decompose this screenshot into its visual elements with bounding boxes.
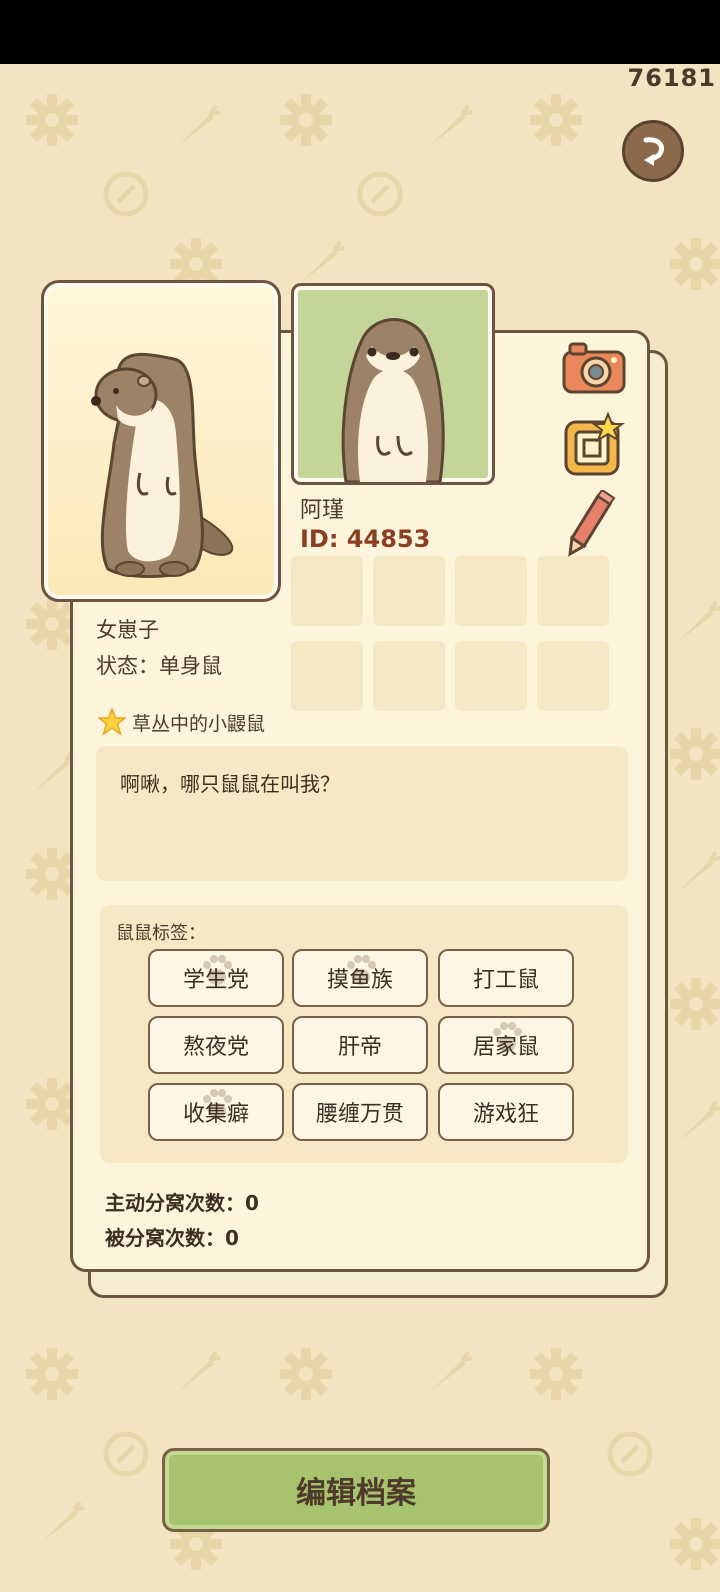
character-portrait — [41, 280, 281, 602]
badge-slot[interactable] — [291, 556, 363, 626]
badge-slot[interactable] — [455, 641, 527, 711]
tags-label: 鼠鼠标签： — [116, 923, 206, 944]
title-text: 草丛中的小鼹鼠 — [132, 712, 266, 735]
tag-item[interactable]: 居家鼠 — [438, 1016, 574, 1074]
badge-slot[interactable] — [291, 641, 363, 711]
tag-item[interactable]: 腰缠万贯 — [292, 1083, 428, 1141]
badge-slot[interactable] — [373, 641, 445, 711]
player-id: ID: 44853 — [300, 525, 431, 553]
frame-star-icon — [564, 411, 625, 476]
back-arrow-icon — [643, 137, 664, 166]
status-bar — [0, 0, 720, 64]
tag-label: 收集癖 — [182, 1102, 249, 1127]
tag-label: 游戏狂 — [472, 1102, 539, 1127]
tags-box: 鼠鼠标签： 学生党 摸鱼族 打工鼠 熬夜党 肝帝 居家鼠 收集癖 腰缠万贯 游戏… — [100, 905, 628, 1163]
tag-item[interactable]: 肝帝 — [292, 1016, 428, 1074]
title-line: 草丛中的小鼹鼠 — [98, 708, 265, 736]
tag-label: 肝帝 — [337, 1035, 382, 1060]
tag-item[interactable]: 游戏狂 — [438, 1083, 574, 1141]
active-split-count: 主动分窝次数：0 — [105, 1191, 259, 1215]
tag-label: 居家鼠 — [472, 1035, 539, 1060]
coin-count: 76181 — [627, 64, 716, 92]
avatar-portrait[interactable] — [291, 283, 495, 485]
star-icon — [98, 708, 126, 736]
tag-label: 学生党 — [182, 968, 249, 993]
badge-slot[interactable] — [537, 556, 609, 626]
tag-item[interactable]: 打工鼠 — [438, 949, 574, 1007]
back-button[interactable] — [622, 120, 684, 182]
bio-text: 啊啾，哪只鼠鼠在叫我？ — [120, 772, 340, 796]
tag-item[interactable]: 熬夜党 — [148, 1016, 284, 1074]
otter-side-illustration — [91, 352, 234, 578]
tag-label: 腰缠万贯 — [315, 1102, 404, 1127]
status-label: 状态：单身鼠 — [96, 654, 222, 678]
frame-button[interactable] — [560, 411, 628, 480]
edit-pencil-button[interactable] — [562, 488, 630, 558]
passive-split-count: 被分窝次数：0 — [105, 1226, 239, 1250]
tag-label: 摸鱼族 — [326, 968, 393, 993]
tag-item[interactable]: 学生党 — [148, 949, 284, 1007]
pencil-icon — [568, 488, 616, 557]
otter-front-illustration — [341, 318, 445, 482]
badge-slot[interactable] — [537, 641, 609, 711]
tag-item[interactable]: 收集癖 — [148, 1083, 284, 1141]
tag-item[interactable]: 摸鱼族 — [292, 949, 428, 1007]
edit-profile-button[interactable]: 编辑档案 — [162, 1448, 550, 1532]
tag-label: 熬夜党 — [182, 1035, 249, 1060]
camera-button[interactable] — [560, 334, 628, 402]
badge-slot[interactable] — [455, 556, 527, 626]
player-name: 阿瑾 — [300, 498, 345, 523]
tag-label: 打工鼠 — [472, 968, 539, 993]
gender-label: 女崽子 — [96, 618, 159, 642]
badge-slot[interactable] — [373, 556, 445, 626]
bio-box: 啊啾，哪只鼠鼠在叫我？ — [96, 746, 628, 881]
camera-icon — [562, 342, 626, 394]
